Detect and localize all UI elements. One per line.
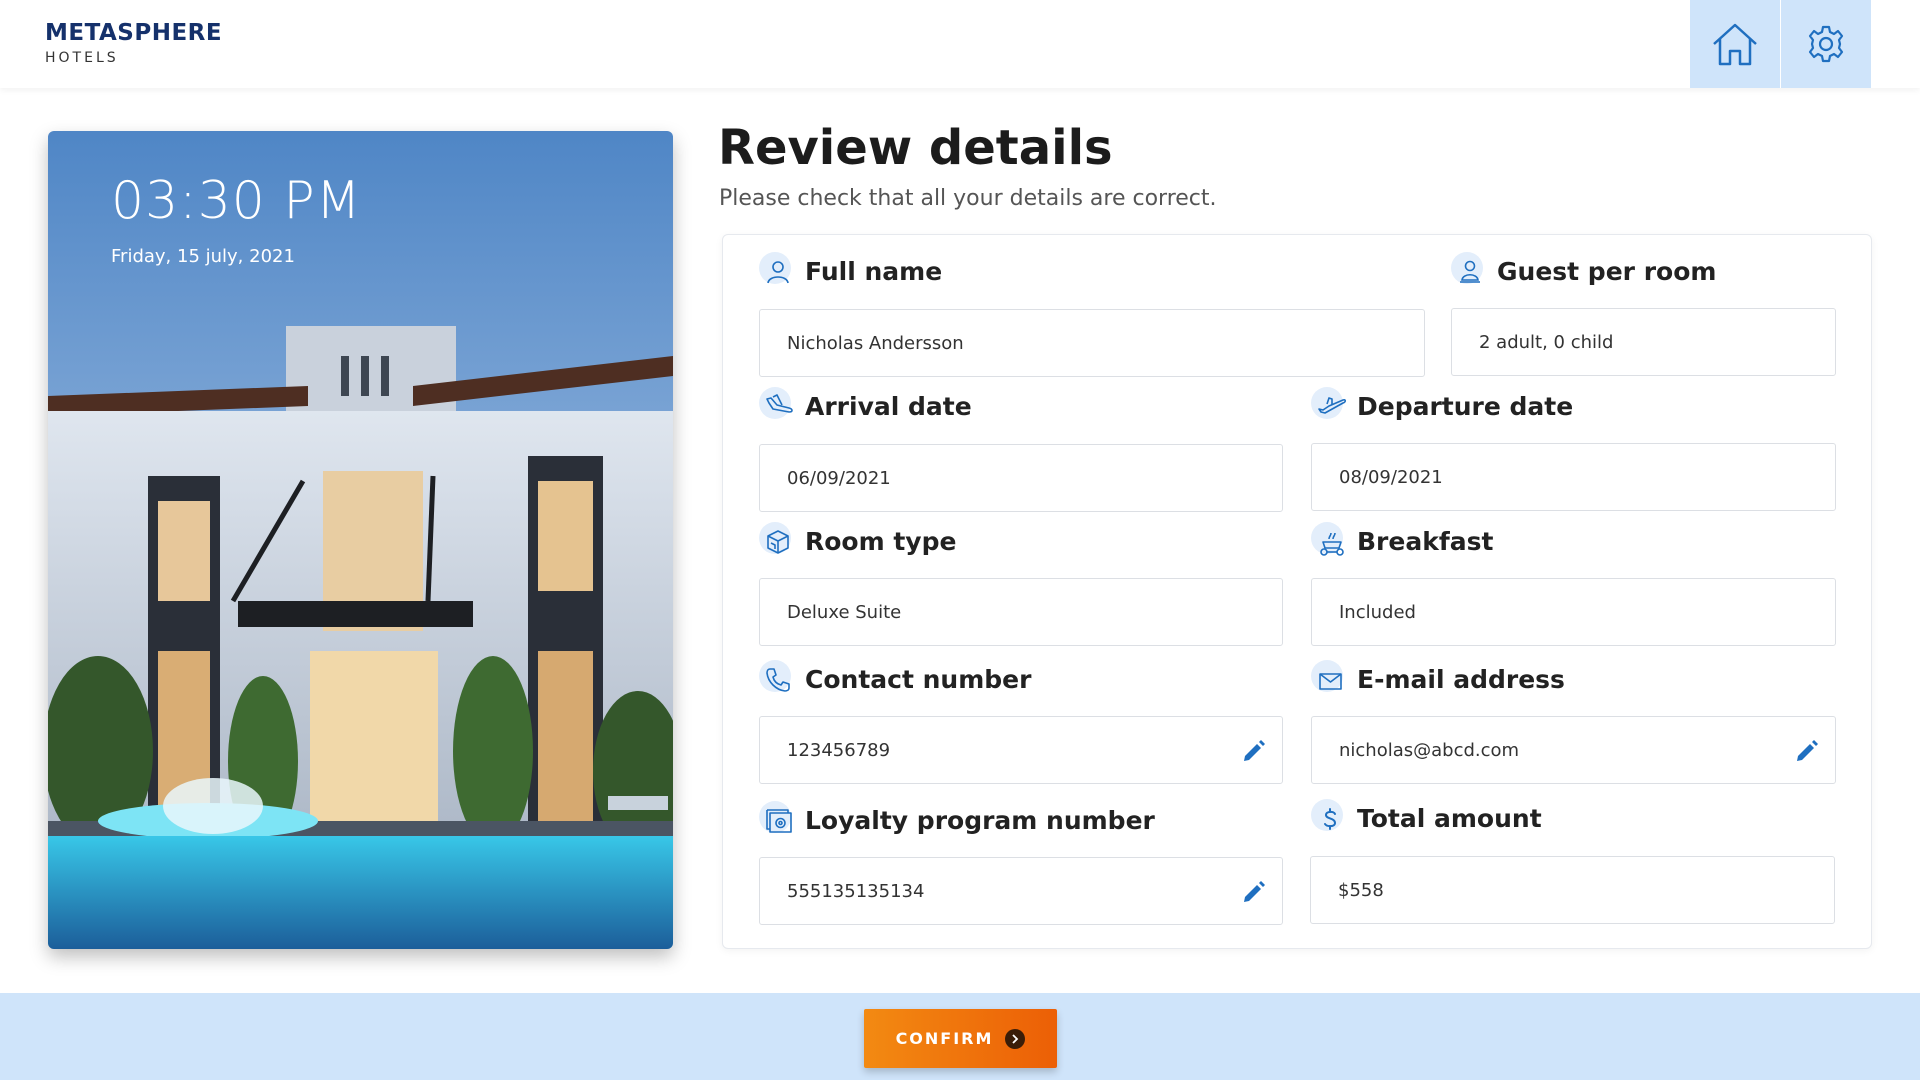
email-value: nicholas@abcd.com — [1339, 739, 1520, 761]
dollar-icon — [1311, 799, 1349, 837]
email-label: E-mail address — [1311, 660, 1565, 698]
header: METASPHERE HOTELS — [0, 0, 1920, 88]
brand-logo: METASPHERE HOTELS — [45, 20, 222, 66]
guests-field[interactable]: 2 adult, 0 child — [1451, 308, 1836, 376]
clock-date: Friday, 15 july, 2021 — [111, 246, 295, 267]
brand-sub: HOTELS — [45, 50, 119, 66]
plane-takeoff-icon — [1311, 387, 1349, 425]
departure-field[interactable]: 08/09/2021 — [1311, 443, 1836, 511]
contact-label: Contact number — [759, 660, 1031, 698]
contact-field[interactable]: 123456789 — [759, 716, 1283, 784]
contact-label-text: Contact number — [805, 664, 1032, 694]
gear-icon — [1808, 25, 1844, 63]
room-icon — [759, 522, 797, 560]
room-type-field[interactable]: Deluxe Suite — [759, 578, 1283, 646]
email-label-text: E-mail address — [1357, 664, 1565, 694]
total-label: Total amount — [1311, 799, 1542, 837]
pencil-icon — [1244, 881, 1265, 902]
pencil-icon — [1797, 740, 1818, 761]
plane-landing-icon — [759, 387, 797, 425]
breakfast-icon — [1311, 522, 1349, 560]
loyalty-card-icon — [759, 801, 797, 839]
breakfast-label: Breakfast — [1311, 522, 1493, 560]
room-type-label-text: Room type — [805, 526, 957, 556]
email-field[interactable]: nicholas@abcd.com — [1311, 716, 1836, 784]
page-subtitle: Please check that all your details are c… — [719, 186, 1217, 211]
edit-email-button[interactable] — [1791, 735, 1823, 767]
guests-value: 2 adult, 0 child — [1479, 331, 1614, 353]
full-name-label-text: Full name — [805, 256, 943, 286]
home-button[interactable] — [1690, 0, 1780, 88]
total-label-text: Total amount — [1357, 803, 1542, 833]
breakfast-field[interactable]: Included — [1311, 578, 1836, 646]
loyalty-label-text: Loyalty program number — [805, 805, 1155, 835]
details-card: Full name Nicholas Andersson Guest per r… — [722, 234, 1872, 949]
brand-name: METASPHERE — [45, 20, 223, 46]
hotel-photo-card: 03:30 PM Friday, 15 july, 2021 — [48, 131, 673, 949]
breakfast-value: Included — [1339, 601, 1416, 623]
chevron-right-icon — [1005, 1028, 1026, 1049]
room-type-label: Room type — [759, 522, 956, 560]
person-icon — [759, 252, 797, 290]
arrival-value: 06/09/2021 — [787, 467, 891, 489]
mail-icon — [1311, 660, 1349, 698]
home-icon — [1713, 23, 1757, 66]
guests-label: Guest per room — [1451, 252, 1716, 290]
breakfast-label-text: Breakfast — [1357, 526, 1494, 556]
settings-button[interactable] — [1781, 0, 1871, 88]
loyalty-field[interactable]: 555135135134 — [759, 857, 1283, 925]
contact-value: 123456789 — [787, 739, 891, 761]
room-type-value: Deluxe Suite — [787, 601, 902, 623]
arrival-field[interactable]: 06/09/2021 — [759, 444, 1283, 512]
edit-contact-button[interactable] — [1238, 735, 1270, 767]
clock-time: 03:30 PM — [111, 171, 362, 231]
total-value: $558 — [1338, 879, 1384, 901]
page-title: Review details — [718, 120, 1113, 176]
arrival-label: Arrival date — [759, 387, 972, 425]
confirm-label: CONFIRM — [895, 1029, 994, 1048]
phone-icon — [759, 660, 797, 698]
departure-value: 08/09/2021 — [1339, 466, 1443, 488]
guest-icon — [1451, 252, 1489, 290]
full-name-field[interactable]: Nicholas Andersson — [759, 309, 1425, 377]
arrival-label-text: Arrival date — [805, 391, 972, 421]
departure-label-text: Departure date — [1357, 391, 1574, 421]
full-name-label: Full name — [759, 252, 942, 290]
edit-loyalty-button[interactable] — [1238, 876, 1270, 908]
loyalty-label: Loyalty program number — [759, 801, 1155, 839]
departure-label: Departure date — [1311, 387, 1573, 425]
total-field: $558 — [1310, 856, 1835, 924]
pencil-icon — [1244, 740, 1265, 761]
guests-label-text: Guest per room — [1497, 256, 1717, 286]
confirm-button[interactable]: CONFIRM — [864, 1009, 1057, 1068]
full-name-value: Nicholas Andersson — [787, 332, 964, 354]
loyalty-value: 555135135134 — [787, 880, 925, 902]
